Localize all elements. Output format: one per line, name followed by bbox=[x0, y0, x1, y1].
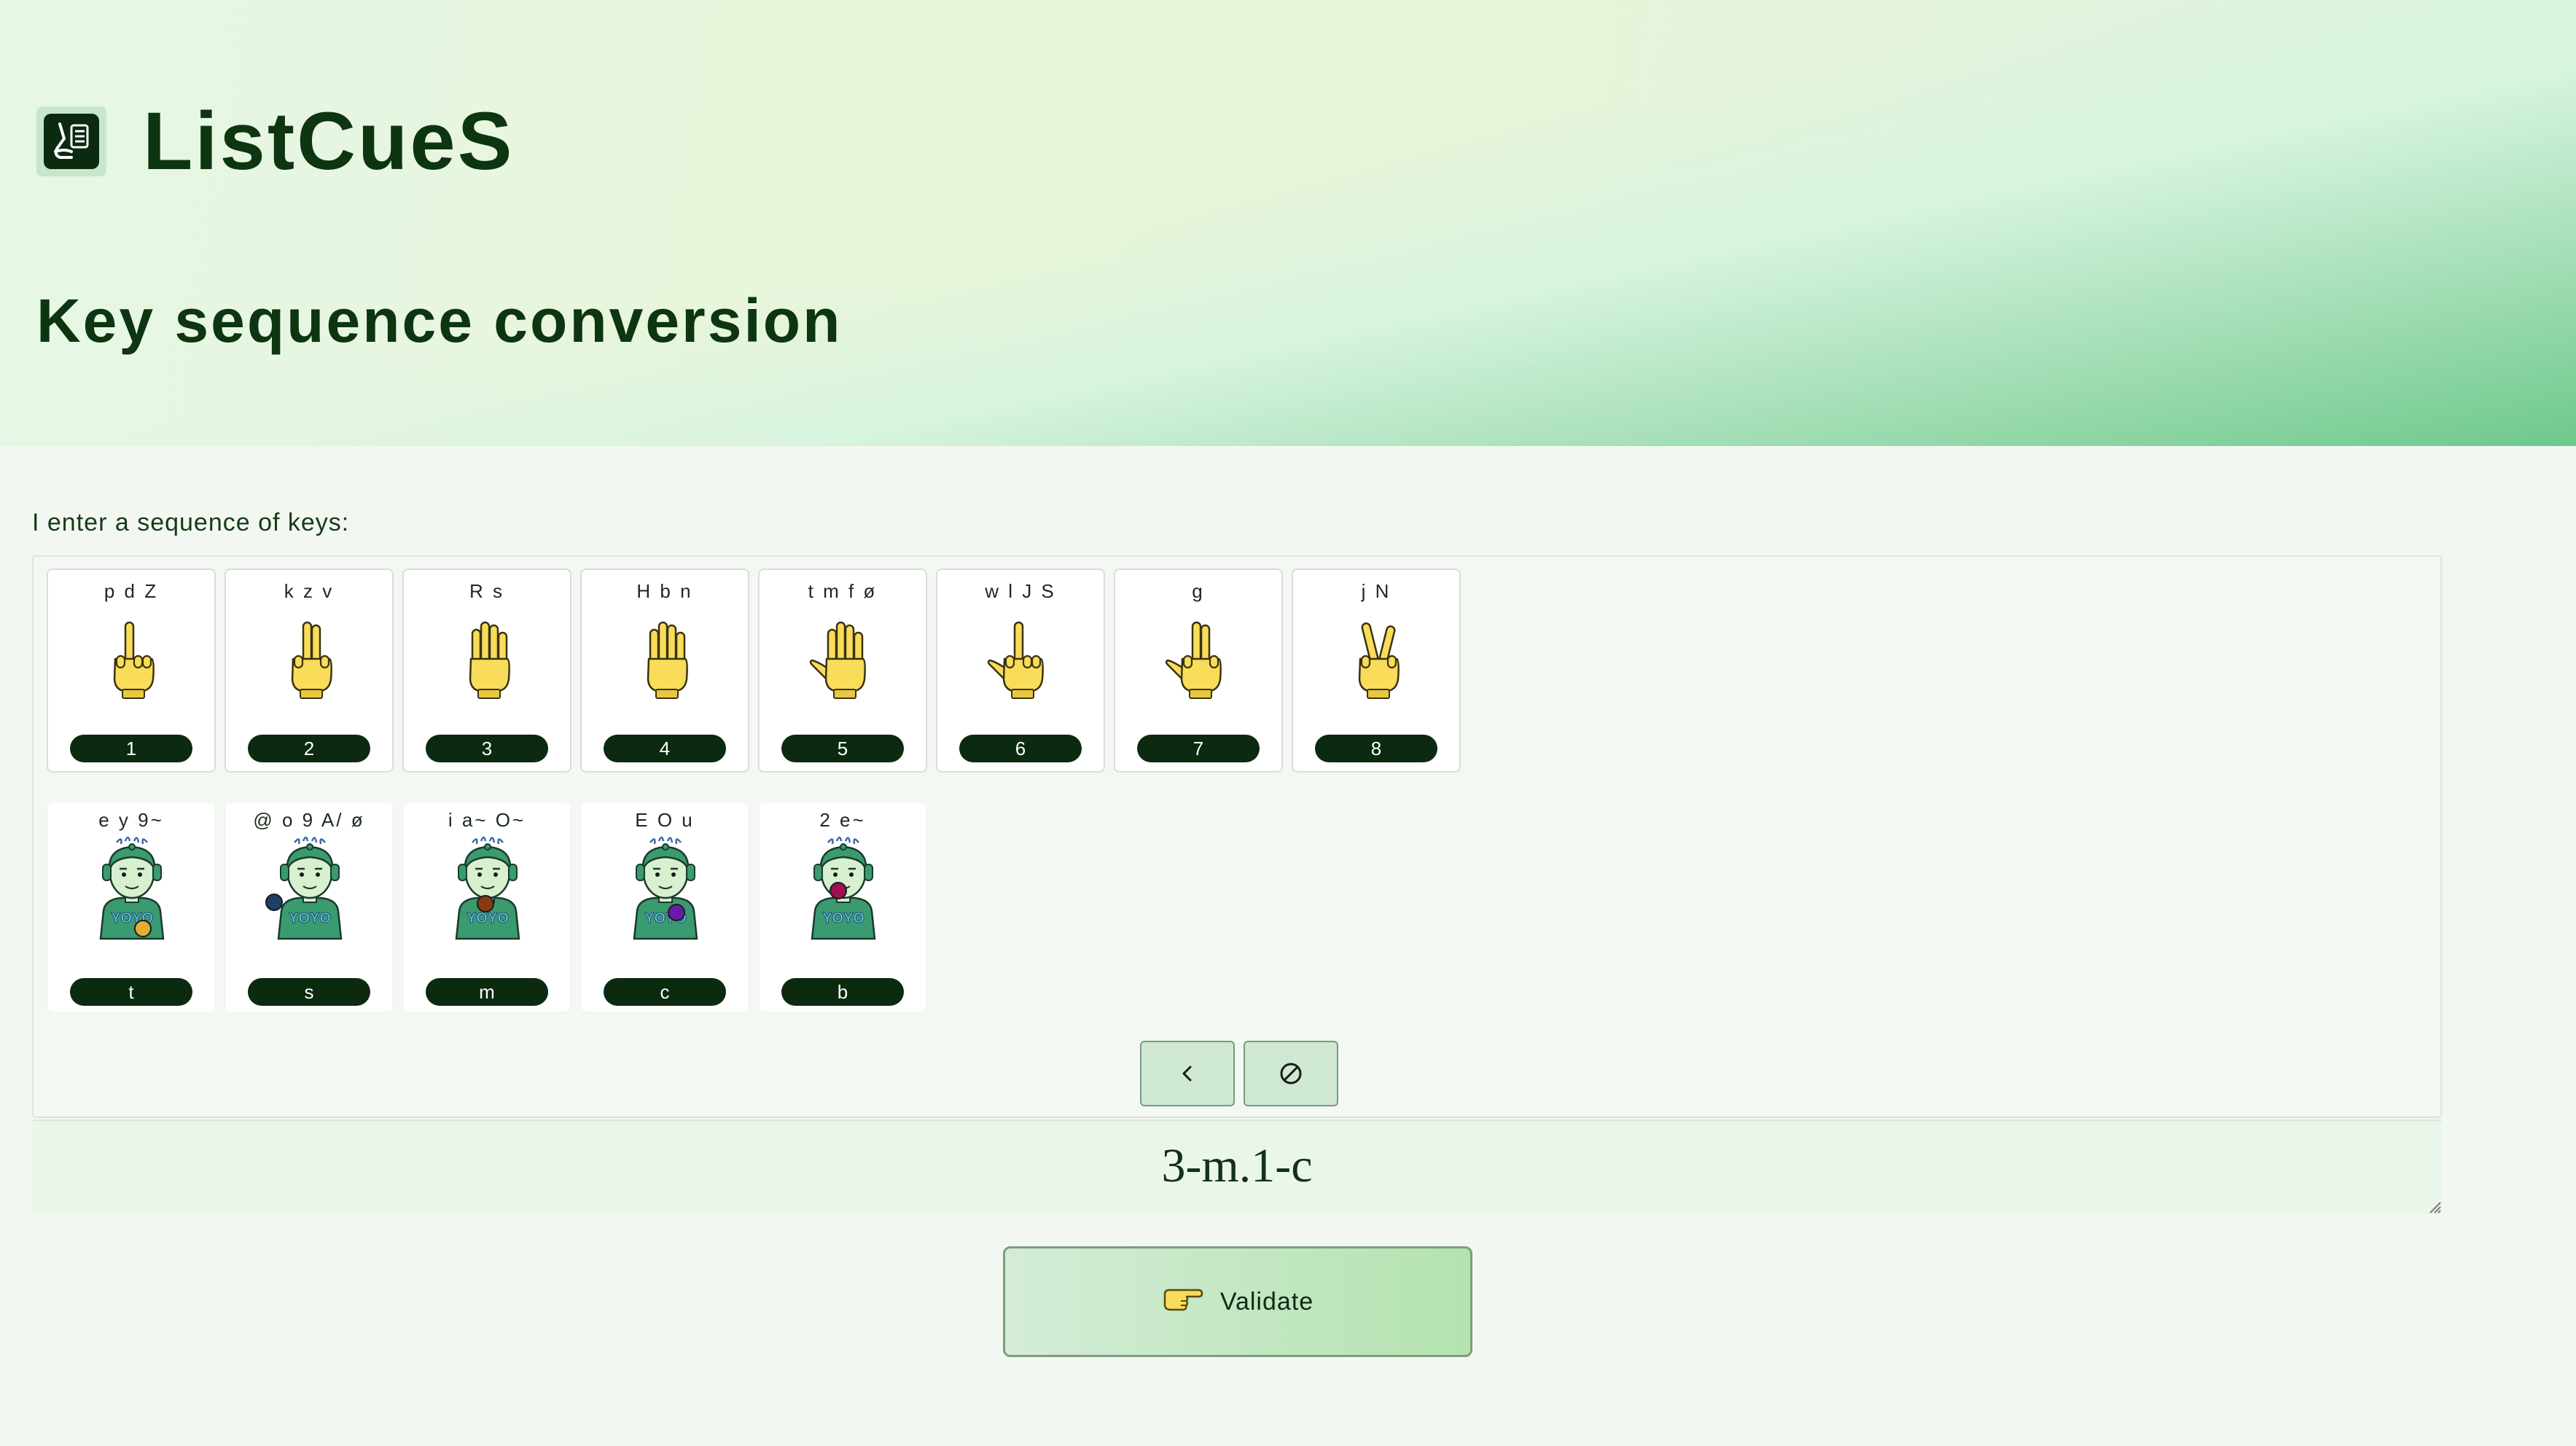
hand-key-5[interactable]: t m f ø 5 bbox=[758, 568, 927, 773]
validate-button-label: Validate bbox=[1219, 1287, 1314, 1316]
hand-shape-icon bbox=[469, 621, 510, 699]
hand-key-6[interactable]: w l J S 6 bbox=[936, 568, 1105, 773]
key-letters: H b n bbox=[636, 580, 693, 602]
svg-text:YOYO: YOYO bbox=[289, 910, 331, 926]
resize-handle-icon[interactable] bbox=[2426, 1198, 2442, 1214]
sequence-output-value: 3-m.1-c bbox=[1161, 1139, 1313, 1192]
sequence-prompt-label: I enter a sequence of keys: bbox=[32, 509, 350, 536]
key-letters: w l J S bbox=[985, 580, 1056, 602]
key-code-badge: c bbox=[604, 978, 726, 1006]
key-letters: E O u bbox=[635, 809, 695, 831]
sequence-output-field[interactable]: 3-m.1-c bbox=[32, 1119, 2442, 1214]
key-code-badge: m bbox=[426, 978, 548, 1006]
validate-button[interactable]: Validate bbox=[1003, 1246, 1472, 1357]
hand-key-3[interactable]: R s 3 bbox=[402, 568, 571, 773]
hand-key-7[interactable]: g7 bbox=[1114, 568, 1283, 773]
hand-shape-icon bbox=[809, 621, 866, 699]
vowel-key-s[interactable]: @ o 9 A/ ø YOYO s bbox=[225, 802, 394, 1013]
position-dot-icon bbox=[265, 894, 283, 911]
key-letters: @ o 9 A/ ø bbox=[253, 809, 365, 831]
key-number-badge: 3 bbox=[426, 735, 548, 762]
app-logo-icon bbox=[36, 106, 106, 176]
position-dot-icon bbox=[134, 920, 152, 937]
key-letters: t m f ø bbox=[808, 580, 878, 602]
position-dot-icon bbox=[477, 895, 494, 912]
key-number-badge: 2 bbox=[248, 735, 370, 762]
key-number-badge: 5 bbox=[781, 735, 904, 762]
prohibited-icon bbox=[1280, 1063, 1302, 1084]
vowel-key-b[interactable]: 2 e~ YOYO b bbox=[758, 802, 927, 1013]
key-sequence-keypad: p d Z1k z v2R s3H b n4t m f ø5w l J S6g7… bbox=[32, 555, 2442, 1118]
position-dot-icon bbox=[830, 882, 847, 899]
chevron-left-icon bbox=[1182, 1066, 1192, 1082]
key-number-badge: 1 bbox=[70, 735, 192, 762]
hand-key-2[interactable]: k z v 2 bbox=[225, 568, 394, 773]
key-letters: j N bbox=[1361, 580, 1392, 602]
vowel-key-c[interactable]: E O u YOYO c bbox=[580, 802, 749, 1013]
hand-key-4[interactable]: H b n 4 bbox=[580, 568, 749, 773]
key-code-badge: b bbox=[781, 978, 904, 1006]
key-number-badge: 6 bbox=[959, 735, 1082, 762]
svg-text:YOYO: YOYO bbox=[467, 910, 509, 926]
svg-text:YOYO: YOYO bbox=[822, 910, 864, 926]
key-letters: i a~ O~ bbox=[448, 809, 526, 831]
key-letters: e y 9~ bbox=[98, 809, 164, 831]
key-code-badge: t bbox=[70, 978, 192, 1006]
key-number-badge: 7 bbox=[1137, 735, 1260, 762]
key-number-badge: 8 bbox=[1315, 735, 1437, 762]
vowel-key-m[interactable]: i a~ O~ YOYO m bbox=[402, 802, 571, 1013]
key-letters: g bbox=[1192, 580, 1205, 602]
header-banner: ListCueS Key sequence conversion bbox=[0, 0, 2576, 446]
vowel-key-t[interactable]: e y 9~ YOYO t bbox=[47, 802, 216, 1013]
hand-shape-icon bbox=[647, 621, 688, 699]
hand-shape-icon bbox=[113, 621, 155, 699]
clear-button[interactable] bbox=[1244, 1041, 1338, 1106]
key-letters: R s bbox=[469, 580, 504, 602]
backspace-button[interactable] bbox=[1140, 1041, 1235, 1106]
hand-shape-icon bbox=[291, 621, 332, 699]
key-number-badge: 4 bbox=[604, 735, 726, 762]
hand-shape-icon bbox=[987, 621, 1044, 699]
key-letters: p d Z bbox=[104, 580, 159, 602]
hand-shape-icon bbox=[1165, 621, 1222, 699]
page-title: Key sequence conversion bbox=[36, 286, 843, 355]
hand-key-1[interactable]: p d Z 1 bbox=[47, 568, 216, 773]
pointing-hand-icon bbox=[1162, 1282, 1204, 1321]
hand-shape-icon bbox=[1358, 622, 1400, 699]
avatar-face-icon: YOYO bbox=[811, 836, 876, 940]
key-code-badge: s bbox=[248, 978, 370, 1006]
hand-key-8[interactable]: j N 8 bbox=[1292, 568, 1461, 773]
position-dot-icon bbox=[668, 904, 685, 921]
avatar-face-icon: YOYO bbox=[633, 836, 698, 940]
key-letters: k z v bbox=[284, 580, 335, 602]
app-title: ListCueS bbox=[143, 95, 515, 187]
avatar-face-icon: YOYO bbox=[99, 836, 165, 940]
key-letters: 2 e~ bbox=[819, 809, 866, 831]
